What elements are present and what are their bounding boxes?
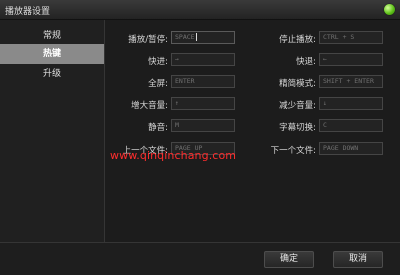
text-caret [195, 33, 197, 41]
sidebar-item-upgrade[interactable]: 升级 [0, 64, 104, 84]
title-bar: 播放器设置 [0, 0, 400, 20]
play-pause-label: 播放/暂停: [128, 35, 168, 45]
compact-mode-input[interactable]: SHIFT + ENTER [319, 75, 383, 88]
mute-label: 静音: [148, 123, 168, 133]
next-file-input[interactable]: PAGE DOWN [319, 142, 383, 155]
stop-input[interactable]: CTRL + S [319, 31, 383, 44]
rewind-input[interactable]: ← [319, 53, 383, 66]
ok-button[interactable]: 确定 [264, 251, 314, 268]
subtitle-switch-label: 字幕切换: [279, 123, 316, 133]
forward-label: 快进: [148, 57, 168, 67]
sidebar-item-hotkeys[interactable]: 热键 [0, 44, 104, 64]
volume-up-input[interactable]: ↑ [171, 97, 235, 110]
fullscreen-label: 全屏: [148, 79, 168, 89]
play-pause-input[interactable]: SPACE [171, 31, 235, 44]
subtitle-switch-input[interactable]: C [319, 119, 383, 132]
sidebar: 常规 热键 升级 [0, 20, 105, 242]
volume-up-label: 增大音量: [131, 101, 168, 111]
window-title: 播放器设置 [5, 7, 51, 17]
mute-input[interactable]: M [171, 119, 235, 132]
next-file-label: 下一个文件: [270, 146, 316, 156]
dialog-footer: 确定 取消 [0, 242, 400, 275]
watermark-text: www.qinqinchang.com [110, 149, 237, 162]
sidebar-item-general[interactable]: 常规 [0, 26, 104, 46]
fullscreen-input[interactable]: ENTER [171, 75, 235, 88]
hotkey-panel: 播放/暂停: SPACE 快进: → 全屏: ENTER 增大音量: ↑ 静音:… [105, 20, 400, 242]
status-indicator-icon [384, 4, 395, 15]
compact-mode-label: 精简模式: [279, 79, 316, 89]
stop-label: 停止播放: [279, 35, 316, 45]
volume-down-input[interactable]: ↓ [319, 97, 383, 110]
rewind-label: 快退: [296, 57, 316, 67]
cancel-button[interactable]: 取消 [333, 251, 383, 268]
forward-input[interactable]: → [171, 53, 235, 66]
volume-down-label: 减少音量: [279, 101, 316, 111]
